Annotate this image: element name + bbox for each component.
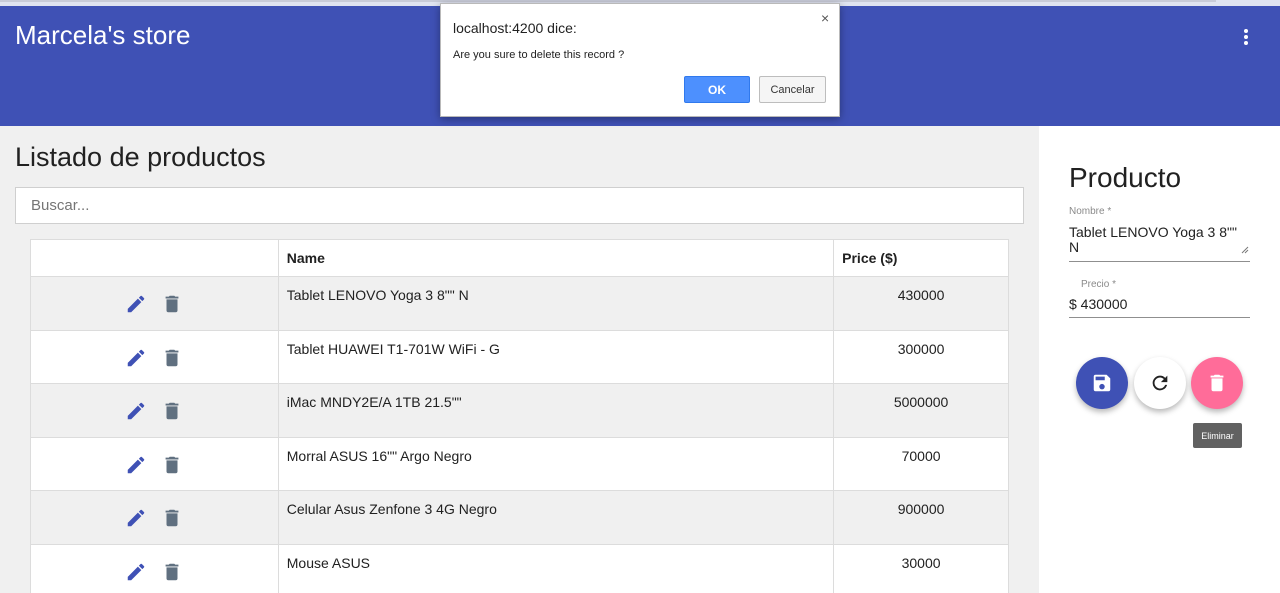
row-actions xyxy=(30,276,279,331)
nombre-field[interactable]: Tablet LENOVO Yoga 3 8"" N xyxy=(1069,225,1245,255)
table-row[interactable]: Celular Asus Zenfone 3 4G Negro 900000 xyxy=(30,490,1009,545)
refresh-icon xyxy=(1152,375,1168,391)
delete-icon[interactable] xyxy=(161,400,183,422)
dialog-title: localhost:4200 dice: xyxy=(453,20,577,36)
product-price-cell: 5000000 xyxy=(833,383,1009,438)
delete-icon[interactable] xyxy=(161,347,183,369)
product-price-cell: 70000 xyxy=(833,436,1009,491)
row-actions xyxy=(30,329,279,384)
delete-icon[interactable] xyxy=(161,454,183,476)
product-list-panel: Listado de productos Name Price ($) Tabl… xyxy=(0,126,1038,593)
column-header-price: Price ($) xyxy=(833,239,1009,277)
product-name-cell: Mouse ASUS xyxy=(277,543,835,593)
more-vert-icon[interactable] xyxy=(1238,28,1254,48)
confirm-dialog: localhost:4200 dice: × Are you sure to d… xyxy=(440,3,840,117)
delete-icon[interactable] xyxy=(161,293,183,315)
browser-strip xyxy=(0,0,1216,2)
edit-icon[interactable] xyxy=(125,347,147,369)
dialog-message: Are you sure to delete this record ? xyxy=(453,49,625,61)
page-title: Listado de productos xyxy=(15,142,266,172)
delete-icon[interactable] xyxy=(161,507,183,529)
table-row[interactable]: Mouse ASUS 30000 xyxy=(30,543,1009,593)
product-price-cell: 300000 xyxy=(833,329,1009,384)
product-price-cell: 900000 xyxy=(833,490,1009,545)
table-row[interactable]: Tablet HUAWEI T1-701W WiFi - G 300000 xyxy=(30,329,1009,384)
precio-field[interactable]: $ 430000 xyxy=(1069,297,1250,312)
save-button[interactable] xyxy=(1076,357,1128,409)
refresh-button[interactable] xyxy=(1134,357,1186,409)
delete-icon[interactable] xyxy=(161,561,183,583)
edit-icon[interactable] xyxy=(125,293,147,315)
table-row[interactable]: iMac MNDY2E/A 1TB 21.5"" 5000000 xyxy=(30,383,1009,438)
delete-button[interactable] xyxy=(1191,357,1243,409)
product-name-cell: iMac MNDY2E/A 1TB 21.5"" xyxy=(277,383,835,438)
edit-icon[interactable] xyxy=(125,561,147,583)
edit-icon[interactable] xyxy=(125,400,147,422)
edit-icon[interactable] xyxy=(125,507,147,529)
store-title: Marcela's store xyxy=(15,20,191,50)
delete-tooltip: Eliminar xyxy=(1193,423,1242,448)
column-header-actions xyxy=(30,239,279,277)
products-table: Name Price ($) Tablet LENOVO Yoga 3 8"" … xyxy=(30,239,1009,593)
delete-icon xyxy=(1210,374,1224,392)
product-name-cell: Tablet HUAWEI T1-701W WiFi - G xyxy=(277,329,835,384)
product-name-cell: Morral ASUS 16"" Argo Negro xyxy=(277,436,835,491)
product-price-cell: 430000 xyxy=(833,276,1009,331)
edit-icon[interactable] xyxy=(125,454,147,476)
product-name-cell: Tablet LENOVO Yoga 3 8"" N xyxy=(277,276,835,331)
row-actions xyxy=(30,543,279,593)
product-name-cell: Celular Asus Zenfone 3 4G Negro xyxy=(277,490,835,545)
form-title: Producto xyxy=(1069,162,1182,193)
row-actions xyxy=(30,383,279,438)
table-row[interactable]: Morral ASUS 16"" Argo Negro 70000 xyxy=(30,436,1009,491)
nombre-underline xyxy=(1069,261,1250,262)
close-icon[interactable]: × xyxy=(821,10,829,26)
row-actions xyxy=(30,436,279,491)
precio-underline xyxy=(1069,317,1250,318)
textarea-resize-icon[interactable] xyxy=(1241,246,1249,254)
cancel-button[interactable]: Cancelar xyxy=(759,76,826,103)
table-row[interactable]: Tablet LENOVO Yoga 3 8"" N 430000 xyxy=(30,276,1009,331)
nombre-label: Nombre * xyxy=(1069,206,1112,217)
precio-label: Precio * xyxy=(1081,279,1117,290)
ok-button[interactable]: OK xyxy=(684,76,750,103)
search-input[interactable] xyxy=(15,187,1024,224)
save-icon xyxy=(1093,374,1111,392)
table-header-row: Name Price ($) xyxy=(30,239,1009,277)
row-actions xyxy=(30,490,279,545)
column-header-name: Name xyxy=(277,239,835,277)
product-price-cell: 30000 xyxy=(833,543,1009,593)
